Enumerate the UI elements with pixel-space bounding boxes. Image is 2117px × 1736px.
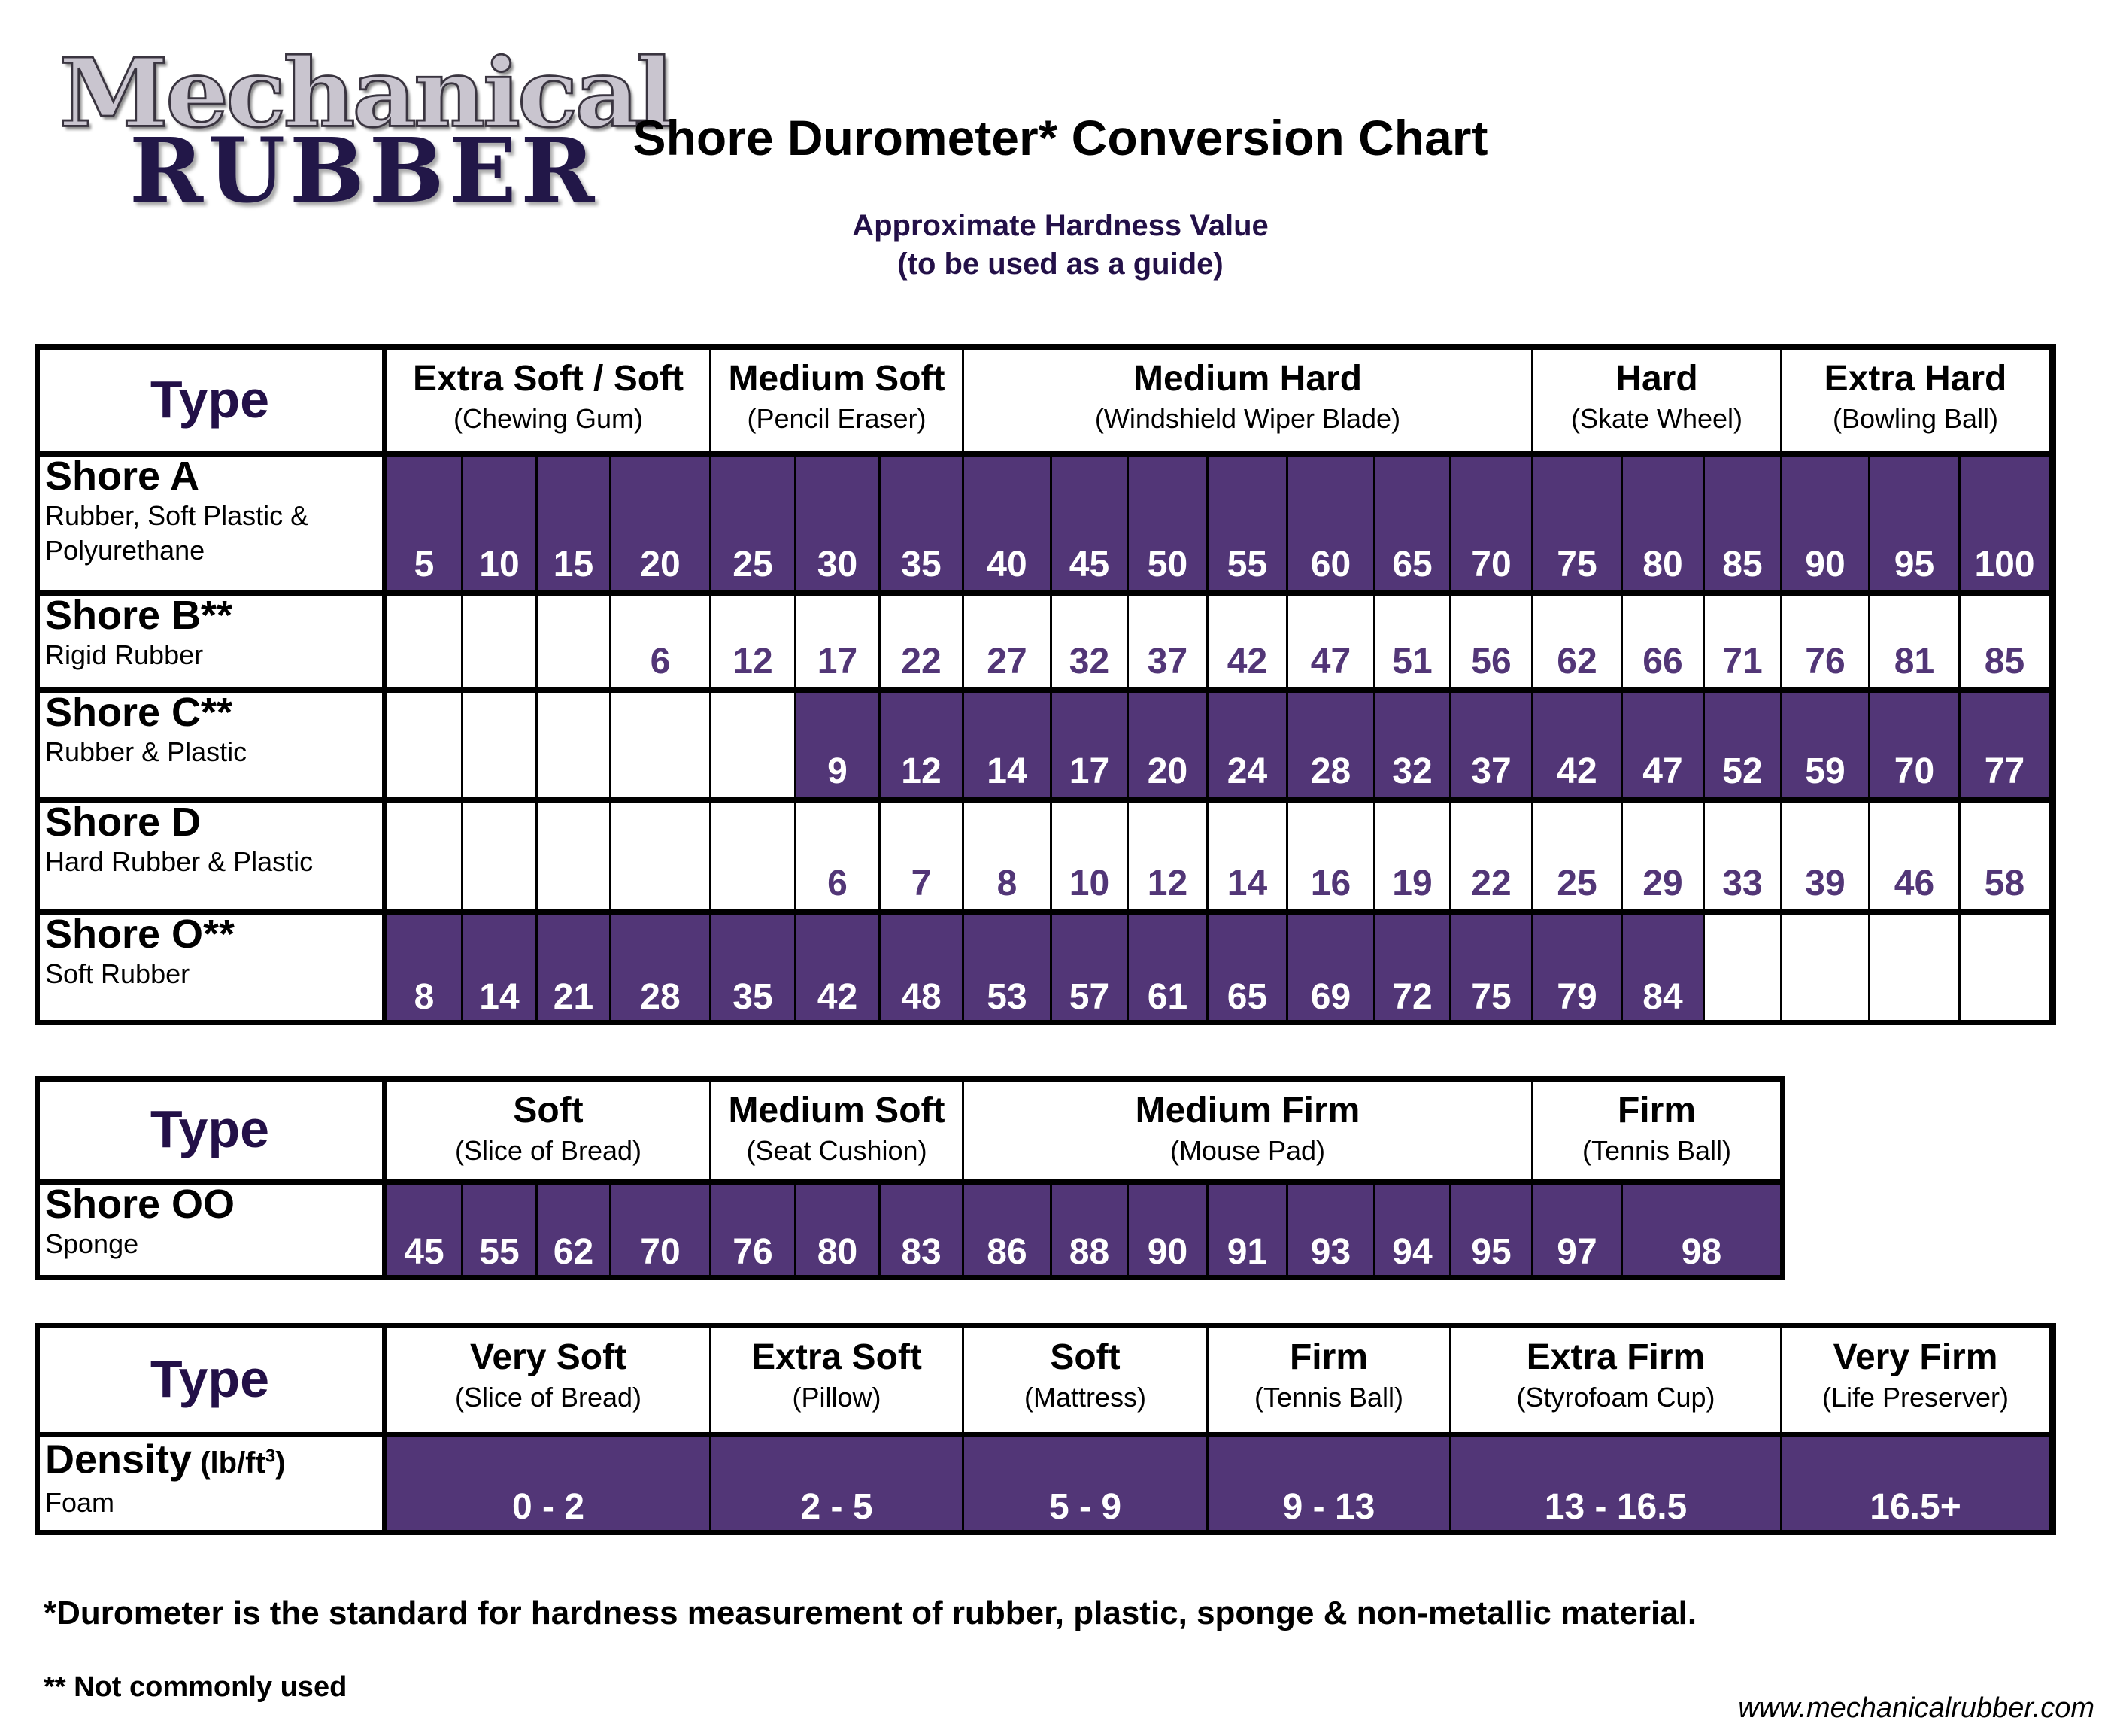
footnote-durometer: *Durometer is the standard for hardness … <box>44 1595 1697 1631</box>
table-border <box>35 344 2056 1025</box>
logo-rubber: RUBBER <box>129 118 599 223</box>
subtitle: Approximate Hardness Value (to be used a… <box>677 207 1444 284</box>
table-border <box>35 1323 2056 1535</box>
table-border <box>35 1076 1785 1280</box>
subtitle-line2: (to be used as a guide) <box>897 247 1224 281</box>
website-link[interactable]: www.mechanicalrubber.com <box>1738 1692 2094 1725</box>
page-title: Shore Durometer* Conversion Chart <box>632 110 1488 165</box>
subtitle-line1: Approximate Hardness Value <box>852 209 1269 242</box>
footnote-not-common: ** Not commonly used <box>44 1671 347 1703</box>
